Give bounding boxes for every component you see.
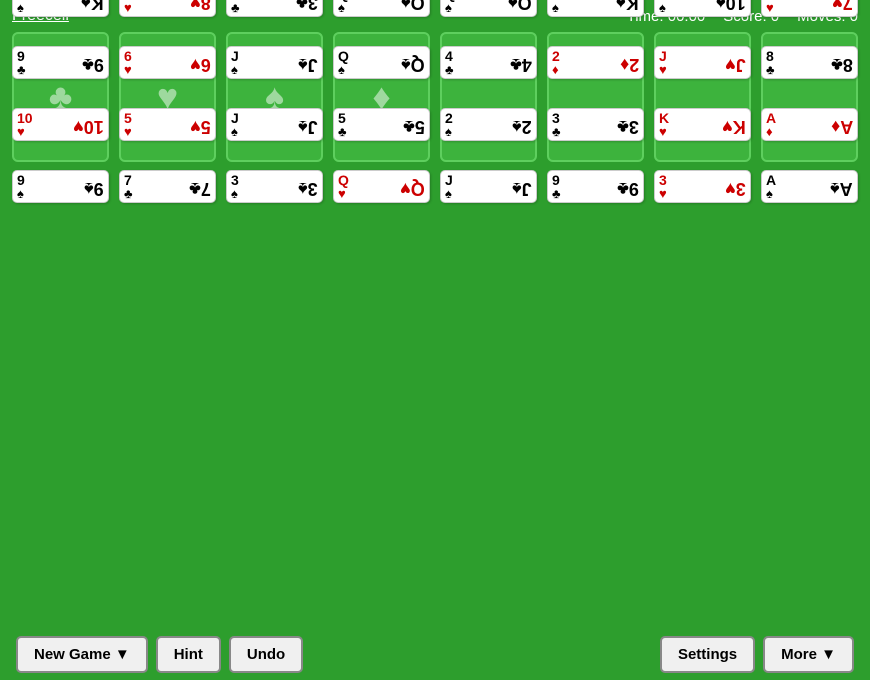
card[interactable]: 5♣5♣ <box>333 108 430 141</box>
card[interactable]: J♠J♠ <box>440 170 537 203</box>
undo-button[interactable]: Undo <box>229 636 303 673</box>
card[interactable]: 10♠10♠ <box>654 0 751 17</box>
card[interactable]: 5♥5♥ <box>119 108 216 141</box>
card[interactable]: 8♥8♥ <box>119 0 216 17</box>
card[interactable]: 3♠3♠ <box>226 170 323 203</box>
new-game-button[interactable]: New Game ▼ <box>16 636 148 673</box>
card[interactable]: 10♥10♥ <box>12 108 109 141</box>
card[interactable]: 3♣3♣ <box>226 0 323 17</box>
footer-left: New Game ▼ Hint Undo <box>16 636 303 673</box>
card[interactable]: J♠J♠ <box>226 46 323 79</box>
card[interactable]: Q♥Q♥ <box>333 170 430 203</box>
game-area: ♣ ♥ ♠ ♦ 9♠9♠ 10♥10♥ 9♣9♣ K♠K♠ 8♠8♠ 5♠5♠ … <box>0 32 870 170</box>
card[interactable]: 2♠2♠ <box>440 108 537 141</box>
card[interactable]: 9♣9♣ <box>12 46 109 79</box>
card[interactable]: Q♠Q♠ <box>440 0 537 17</box>
more-button[interactable]: More ▼ <box>763 636 854 673</box>
footer-right: Settings More ▼ <box>660 636 854 673</box>
card[interactable]: K♠K♠ <box>12 0 109 17</box>
card[interactable]: J♠J♠ <box>226 108 323 141</box>
hint-button[interactable]: Hint <box>156 636 221 673</box>
card[interactable]: J♥J♥ <box>654 46 751 79</box>
card[interactable]: 7♣7♣ <box>119 170 216 203</box>
settings-button[interactable]: Settings <box>660 636 755 673</box>
card[interactable]: 4♣4♣ <box>440 46 537 79</box>
card[interactable]: 8♣8♣ <box>761 46 858 79</box>
card[interactable]: Q♠Q♠ <box>333 0 430 17</box>
card[interactable]: A♠A♠ <box>761 170 858 203</box>
card[interactable]: K♠K♠ <box>547 0 644 17</box>
card[interactable]: K♥K♥ <box>654 108 751 141</box>
footer: New Game ▼ Hint Undo Settings More ▼ <box>0 628 870 680</box>
card[interactable]: 9♠9♠ <box>12 170 109 203</box>
card[interactable]: 9♣9♣ <box>547 170 644 203</box>
card[interactable]: 7♥7♥ <box>761 0 858 17</box>
card[interactable]: 6♥6♥ <box>119 46 216 79</box>
card[interactable]: Q♠Q♠ <box>333 46 430 79</box>
card[interactable]: 3♣3♣ <box>547 108 644 141</box>
card[interactable]: 2♦2♦ <box>547 46 644 79</box>
card[interactable]: A♦A♦ <box>761 108 858 141</box>
card[interactable]: 3♥3♥ <box>654 170 751 203</box>
